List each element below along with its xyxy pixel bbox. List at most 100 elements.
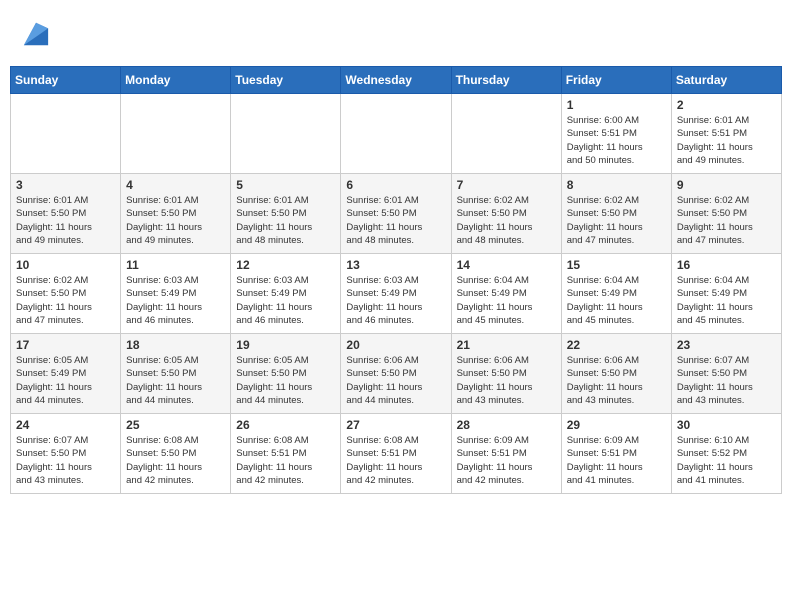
day-info: Sunrise: 6:03 AM Sunset: 5:49 PM Dayligh… xyxy=(126,274,225,327)
day-info: Sunrise: 6:08 AM Sunset: 5:51 PM Dayligh… xyxy=(236,434,335,487)
day-info: Sunrise: 6:04 AM Sunset: 5:49 PM Dayligh… xyxy=(457,274,556,327)
calendar-cell: 24Sunrise: 6:07 AM Sunset: 5:50 PM Dayli… xyxy=(11,414,121,494)
calendar-cell: 26 Sunrise: 6:08 AM Sunset: 5:51 PM Dayli… xyxy=(231,414,341,494)
day-info: Sunrise: 6:09 AM Sunset: 5:51 PM Dayligh… xyxy=(457,434,556,487)
day-number: 25 xyxy=(126,418,225,432)
day-number: 14 xyxy=(457,258,556,272)
day-info: Sunrise: 6:00 AM Sunset: 5:51 PM Dayligh… xyxy=(567,114,666,167)
calendar-cell: 11 Sunrise: 6:03 AM Sunset: 5:49 PM Dayli… xyxy=(121,254,231,334)
day-number: 16 xyxy=(677,258,776,272)
calendar-cell: 9 Sunrise: 6:02 AM Sunset: 5:50 PM Daylig… xyxy=(671,174,781,254)
weekday-header-sunday: Sunday xyxy=(11,67,121,94)
day-number: 19 xyxy=(236,338,335,352)
day-info: Sunrise: 6:02 AM Sunset: 5:50 PM Dayligh… xyxy=(16,274,115,327)
day-info: Sunrise: 6:09 AM Sunset: 5:51 PM Dayligh… xyxy=(567,434,666,487)
day-number: 17 xyxy=(16,338,115,352)
day-number: 4 xyxy=(126,178,225,192)
calendar-cell: 12 Sunrise: 6:03 AM Sunset: 5:49 PM Dayli… xyxy=(231,254,341,334)
day-number: 29 xyxy=(567,418,666,432)
calendar-cell: 10 Sunrise: 6:02 AM Sunset: 5:50 PM Dayli… xyxy=(11,254,121,334)
day-number: 24 xyxy=(16,418,115,432)
calendar-cell: 6 Sunrise: 6:01 AM Sunset: 5:50 PM Daylig… xyxy=(341,174,451,254)
weekday-header-friday: Friday xyxy=(561,67,671,94)
calendar-cell xyxy=(451,94,561,174)
page-header xyxy=(10,10,782,58)
day-info: Sunrise: 6:02 AM Sunset: 5:50 PM Dayligh… xyxy=(457,194,556,247)
calendar-cell: 3 Sunrise: 6:01 AM Sunset: 5:50 PM Daylig… xyxy=(11,174,121,254)
day-info: Sunrise: 6:02 AM Sunset: 5:50 PM Dayligh… xyxy=(567,194,666,247)
day-info: Sunrise: 6:05 AM Sunset: 5:50 PM Dayligh… xyxy=(236,354,335,407)
logo xyxy=(20,20,50,53)
day-number: 26 xyxy=(236,418,335,432)
day-number: 2 xyxy=(677,98,776,112)
calendar-cell xyxy=(231,94,341,174)
calendar-cell xyxy=(11,94,121,174)
day-info: Sunrise: 6:08 AM Sunset: 5:51 PM Dayligh… xyxy=(346,434,445,487)
day-info: Sunrise: 6:04 AM Sunset: 5:49 PM Dayligh… xyxy=(567,274,666,327)
calendar-cell: 15 Sunrise: 6:04 AM Sunset: 5:49 PM Dayli… xyxy=(561,254,671,334)
day-number: 8 xyxy=(567,178,666,192)
day-info: Sunrise: 6:07 AM Sunset: 5:50 PM Dayligh… xyxy=(677,354,776,407)
calendar-cell: 18 Sunrise: 6:05 AM Sunset: 5:50 PM Dayli… xyxy=(121,334,231,414)
day-info: Sunrise: 6:01 AM Sunset: 5:50 PM Dayligh… xyxy=(126,194,225,247)
day-info: Sunrise: 6:03 AM Sunset: 5:49 PM Dayligh… xyxy=(236,274,335,327)
day-number: 13 xyxy=(346,258,445,272)
day-info: Sunrise: 6:06 AM Sunset: 5:50 PM Dayligh… xyxy=(567,354,666,407)
calendar-cell: 21Sunrise: 6:06 AM Sunset: 5:50 PM Dayli… xyxy=(451,334,561,414)
day-number: 9 xyxy=(677,178,776,192)
calendar-week-row: 17 Sunrise: 6:05 AM Sunset: 5:49 PM Dayli… xyxy=(11,334,782,414)
calendar-cell: 4 Sunrise: 6:01 AM Sunset: 5:50 PM Daylig… xyxy=(121,174,231,254)
day-number: 28 xyxy=(457,418,556,432)
day-info: Sunrise: 6:01 AM Sunset: 5:50 PM Dayligh… xyxy=(16,194,115,247)
calendar-week-row: 1Sunrise: 6:00 AM Sunset: 5:51 PM Daylig… xyxy=(11,94,782,174)
day-number: 22 xyxy=(567,338,666,352)
day-number: 23 xyxy=(677,338,776,352)
calendar-week-row: 10 Sunrise: 6:02 AM Sunset: 5:50 PM Dayli… xyxy=(11,254,782,334)
calendar-cell: 22 Sunrise: 6:06 AM Sunset: 5:50 PM Dayli… xyxy=(561,334,671,414)
day-info: Sunrise: 6:06 AM Sunset: 5:50 PM Dayligh… xyxy=(457,354,556,407)
day-info: Sunrise: 6:05 AM Sunset: 5:50 PM Dayligh… xyxy=(126,354,225,407)
calendar-cell: 7 Sunrise: 6:02 AM Sunset: 5:50 PM Daylig… xyxy=(451,174,561,254)
day-info: Sunrise: 6:01 AM Sunset: 5:50 PM Dayligh… xyxy=(346,194,445,247)
calendar-week-row: 24Sunrise: 6:07 AM Sunset: 5:50 PM Dayli… xyxy=(11,414,782,494)
day-info: Sunrise: 6:01 AM Sunset: 5:51 PM Dayligh… xyxy=(677,114,776,167)
calendar-cell: 2 Sunrise: 6:01 AM Sunset: 5:51 PM Daylig… xyxy=(671,94,781,174)
calendar-cell: 13Sunrise: 6:03 AM Sunset: 5:49 PM Dayli… xyxy=(341,254,451,334)
weekday-header-thursday: Thursday xyxy=(451,67,561,94)
calendar-cell: 29 Sunrise: 6:09 AM Sunset: 5:51 PM Dayli… xyxy=(561,414,671,494)
calendar-cell: 19 Sunrise: 6:05 AM Sunset: 5:50 PM Dayli… xyxy=(231,334,341,414)
day-number: 18 xyxy=(126,338,225,352)
calendar-week-row: 3 Sunrise: 6:01 AM Sunset: 5:50 PM Daylig… xyxy=(11,174,782,254)
weekday-header-saturday: Saturday xyxy=(671,67,781,94)
day-number: 30 xyxy=(677,418,776,432)
calendar-cell: 28 Sunrise: 6:09 AM Sunset: 5:51 PM Dayli… xyxy=(451,414,561,494)
calendar-cell: 25 Sunrise: 6:08 AM Sunset: 5:50 PM Dayli… xyxy=(121,414,231,494)
weekday-header-wednesday: Wednesday xyxy=(341,67,451,94)
calendar-cell: 23 Sunrise: 6:07 AM Sunset: 5:50 PM Dayli… xyxy=(671,334,781,414)
day-info: Sunrise: 6:10 AM Sunset: 5:52 PM Dayligh… xyxy=(677,434,776,487)
day-number: 11 xyxy=(126,258,225,272)
day-info: Sunrise: 6:08 AM Sunset: 5:50 PM Dayligh… xyxy=(126,434,225,487)
calendar-cell xyxy=(341,94,451,174)
day-number: 3 xyxy=(16,178,115,192)
calendar-cell: 17 Sunrise: 6:05 AM Sunset: 5:49 PM Dayli… xyxy=(11,334,121,414)
day-number: 15 xyxy=(567,258,666,272)
calendar-cell xyxy=(121,94,231,174)
day-info: Sunrise: 6:01 AM Sunset: 5:50 PM Dayligh… xyxy=(236,194,335,247)
calendar-cell: 14 Sunrise: 6:04 AM Sunset: 5:49 PM Dayli… xyxy=(451,254,561,334)
calendar-cell: 8 Sunrise: 6:02 AM Sunset: 5:50 PM Daylig… xyxy=(561,174,671,254)
day-number: 6 xyxy=(346,178,445,192)
weekday-header-monday: Monday xyxy=(121,67,231,94)
calendar-header-row: SundayMondayTuesdayWednesdayThursdayFrid… xyxy=(11,67,782,94)
weekday-header-tuesday: Tuesday xyxy=(231,67,341,94)
day-number: 7 xyxy=(457,178,556,192)
day-info: Sunrise: 6:02 AM Sunset: 5:50 PM Dayligh… xyxy=(677,194,776,247)
day-number: 10 xyxy=(16,258,115,272)
calendar-cell: 20Sunrise: 6:06 AM Sunset: 5:50 PM Dayli… xyxy=(341,334,451,414)
calendar-cell: 5Sunrise: 6:01 AM Sunset: 5:50 PM Daylig… xyxy=(231,174,341,254)
day-number: 20 xyxy=(346,338,445,352)
calendar-cell: 16Sunrise: 6:04 AM Sunset: 5:49 PM Dayli… xyxy=(671,254,781,334)
calendar-table: SundayMondayTuesdayWednesdayThursdayFrid… xyxy=(10,66,782,494)
day-number: 12 xyxy=(236,258,335,272)
day-info: Sunrise: 6:05 AM Sunset: 5:49 PM Dayligh… xyxy=(16,354,115,407)
